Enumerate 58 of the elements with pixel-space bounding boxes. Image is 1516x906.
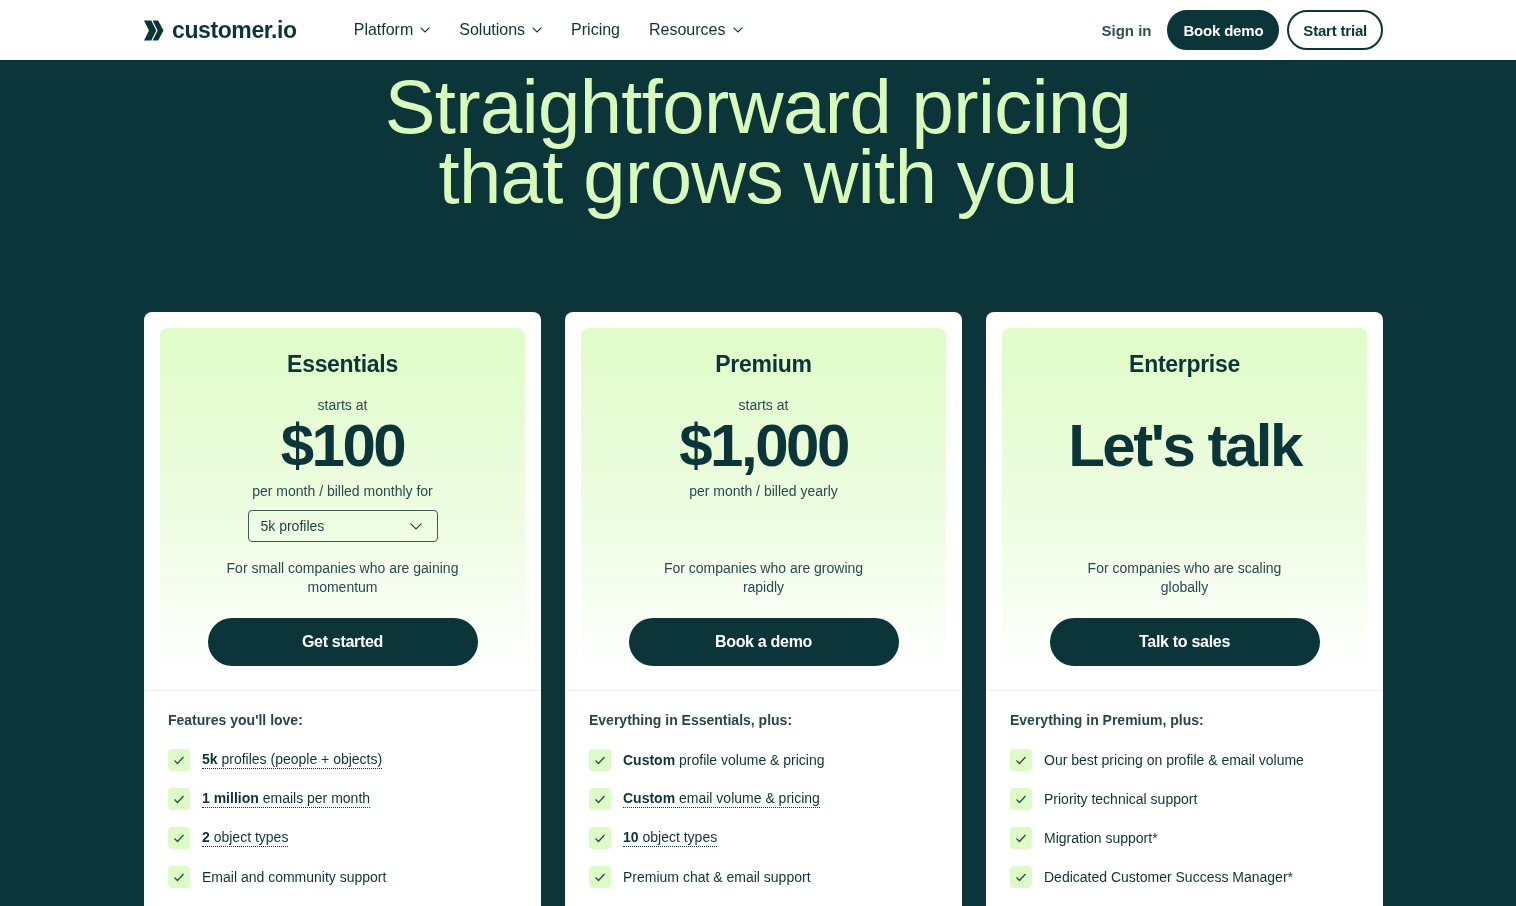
chevron-down-icon [409, 522, 422, 530]
nav-menu-button[interactable]: Resources [649, 21, 743, 39]
plan-title: Essentials [287, 350, 398, 379]
feature-text: 1 million emails per month [202, 790, 371, 808]
home-logo-link[interactable]: customer.io [144, 16, 297, 44]
feature-text: 5k profiles (people + objects) [202, 751, 383, 769]
plan-title: Enterprise [1129, 350, 1240, 379]
nav-menu-button[interactable]: Platform [353, 21, 431, 39]
plan-description: For small companies who are gaining momentum [225, 559, 460, 597]
feature-text: Email and community support [202, 868, 387, 886]
feature-text: Priority technical support [1044, 790, 1198, 808]
check-icon [168, 749, 190, 771]
check-icon [589, 749, 611, 771]
check-icon [589, 866, 611, 888]
check-icon [168, 866, 190, 888]
sign-in-link[interactable]: Sign in [1101, 21, 1152, 39]
features-heading: Everything in Premium, plus: [1010, 711, 1205, 729]
profiles-select[interactable]: 5k profiles [247, 510, 438, 542]
check-icon [589, 827, 611, 849]
feature-text: Premium chat & email support [623, 868, 811, 886]
features-heading: Everything in Essentials, plus: [589, 711, 794, 729]
feature-text: 10 object types [623, 829, 718, 847]
check-icon [589, 788, 611, 810]
chevron-down-icon [732, 27, 743, 33]
feature-text: Migration support* [1044, 829, 1158, 847]
check-icon [1010, 788, 1032, 810]
cta-button[interactable]: Get started [207, 618, 478, 666]
billing-note: per month / billed yearly [689, 482, 838, 500]
price-amount: $1,000 [678, 414, 849, 478]
price-amount: $100 [279, 414, 406, 478]
check-icon [168, 827, 190, 849]
cta-button[interactable]: Book a demo [628, 618, 899, 666]
chevron-down-icon [532, 27, 543, 33]
plan-description: For companies who are scaling globally [1086, 559, 1283, 597]
feature-text: Custom profile volume & pricing [623, 751, 825, 769]
feature-text: Our best pricing on profile & email volume [1044, 751, 1304, 769]
plan-title: Premium [715, 350, 812, 379]
nav-link[interactable]: Pricing [571, 21, 620, 39]
feature-text: Dedicated Customer Success Manager* [1044, 868, 1293, 886]
chevron-down-icon [420, 27, 431, 33]
primary-button[interactable]: Book demo [1167, 10, 1280, 50]
price-caption: starts at [738, 396, 789, 414]
cta-button[interactable]: Talk to sales [1049, 618, 1320, 666]
secondary-button[interactable]: Start trial [1287, 10, 1383, 50]
features-heading: Features you'll love: [168, 711, 304, 729]
price-caption: starts at [317, 396, 368, 414]
plan-description: For companies who are growing rapidly [662, 559, 865, 597]
check-icon [1010, 866, 1032, 888]
nav-menu-button[interactable]: Solutions [459, 21, 543, 39]
feature-text: 2 object types [202, 829, 289, 847]
hero-heading: Straightforward pricing that grows with you [383, 63, 1133, 221]
billing-note: per month / billed monthly for [252, 482, 433, 500]
check-icon [1010, 827, 1032, 849]
price-amount: Let's talk [1067, 414, 1303, 478]
double-chevron-icon [144, 19, 164, 41]
check-icon [168, 788, 190, 810]
check-icon [1010, 749, 1032, 771]
feature-text: Custom email volume & pricing [623, 790, 820, 808]
